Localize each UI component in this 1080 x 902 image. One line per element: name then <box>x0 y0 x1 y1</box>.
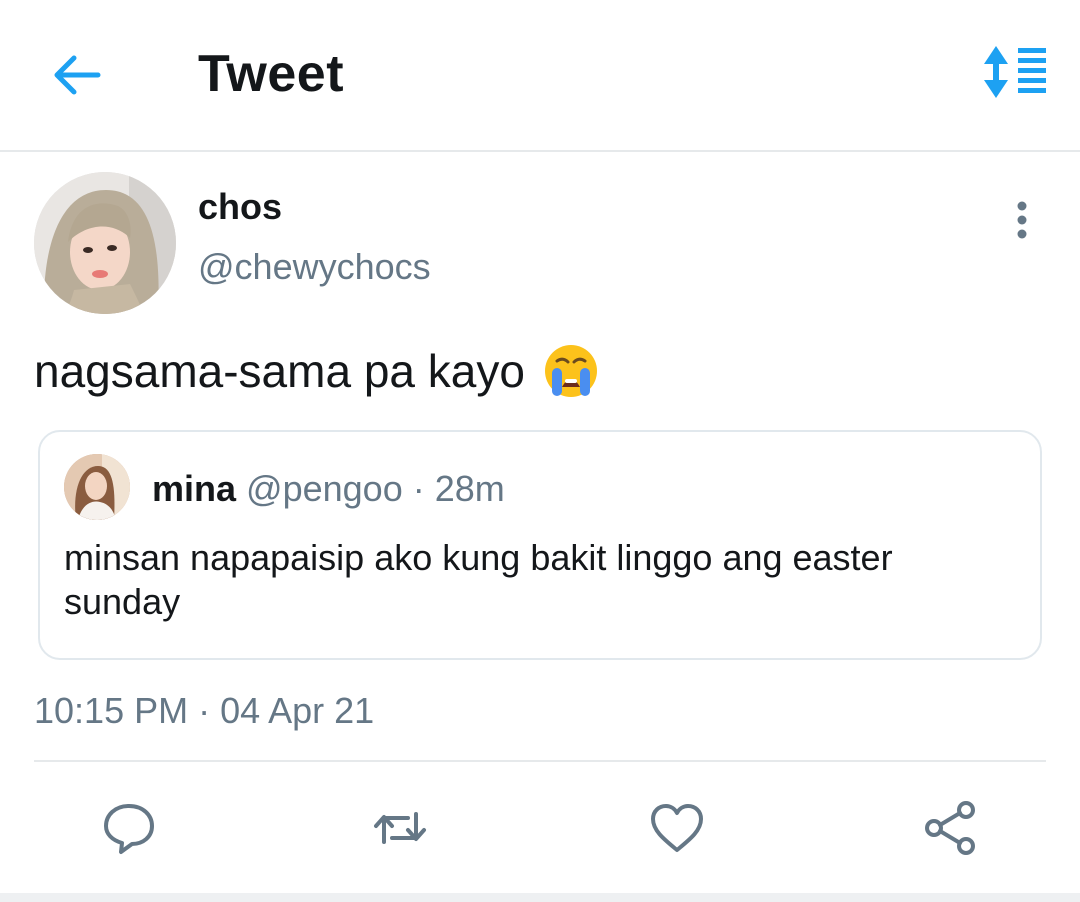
quoted-handle-time: @pengoo · 28m <box>246 468 505 509</box>
share-icon <box>925 801 975 855</box>
author-name[interactable]: chos <box>198 186 282 228</box>
retweet-button[interactable] <box>370 798 430 858</box>
quoted-author-name: mina <box>152 468 237 509</box>
bottom-divider <box>0 893 1080 902</box>
arrow-left-icon <box>54 55 101 95</box>
avatar[interactable] <box>34 172 176 314</box>
like-heart-icon <box>651 804 703 852</box>
tweet-text-content: nagsama-sama pa kayo <box>34 345 525 397</box>
retweet-icon <box>374 812 426 844</box>
page-title: Tweet <box>198 45 345 103</box>
more-options-button[interactable] <box>1000 196 1044 244</box>
author-handle[interactable]: @chewychocs <box>198 246 431 288</box>
quoted-avatar-photo <box>64 454 130 520</box>
quoted-tweet-card[interactable]: mina @pengoo · 28m minsan napapaisip ako… <box>38 430 1042 660</box>
quoted-avatar <box>64 454 130 520</box>
sort-button[interactable] <box>978 44 1050 100</box>
divider <box>34 760 1046 762</box>
quoted-tweet-text: minsan napapaisip ako kung bakit linggo … <box>64 537 893 622</box>
reply-icon <box>104 804 154 854</box>
top-app-bar: Tweet <box>0 0 1080 152</box>
avatar-photo <box>34 172 176 314</box>
like-button[interactable] <box>647 798 707 858</box>
sort-lines-icon <box>984 46 1046 98</box>
share-button[interactable] <box>920 798 980 858</box>
reply-button[interactable] <box>99 798 159 858</box>
quoted-header: mina @pengoo · 28m <box>152 468 505 510</box>
tweet-timestamp: 10:15 PM · 04 Apr 21 <box>34 690 375 731</box>
loudly-crying-face-icon <box>543 343 599 399</box>
back-button[interactable] <box>52 52 102 98</box>
vertical-dots-icon <box>1017 201 1027 239</box>
tweet-text: nagsama-sama pa kayo <box>34 343 599 399</box>
